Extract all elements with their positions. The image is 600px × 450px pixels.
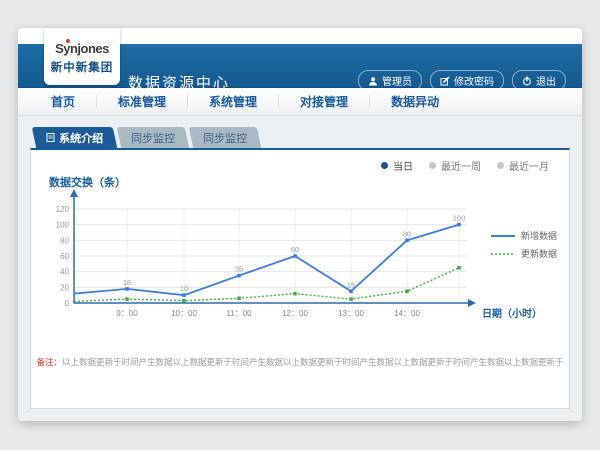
- main-nav: 首页 标准管理 系统管理 对接管理 数据异动: [18, 88, 582, 116]
- line-chart: 0 20 40 60 80 100 120 9：00 10：00 11：00 12：00 13：00 1…: [39, 188, 559, 326]
- brand-logo: Synjones 新中新集团: [44, 28, 120, 85]
- logout-label: 退出: [536, 73, 556, 88]
- radio-dot-icon: [381, 162, 388, 169]
- time-filter-option[interactable]: 最近一周: [429, 158, 481, 173]
- nav-item-standard-mgmt[interactable]: 标准管理: [97, 88, 187, 115]
- nav-item-data-change[interactable]: 数据异动: [370, 88, 460, 115]
- svg-text:20: 20: [60, 283, 69, 292]
- tab-label: 同步监控: [131, 130, 175, 146]
- radio-label: 最近一月: [509, 158, 549, 173]
- svg-text:10：00: 10：00: [171, 309, 197, 318]
- svg-text:10: 10: [180, 284, 188, 293]
- power-icon: [522, 76, 532, 86]
- time-filter-group: 当日 最近一周 最近一月: [381, 158, 549, 173]
- radio-dot-icon: [497, 162, 504, 169]
- tab-system-intro[interactable]: 系统介绍: [32, 127, 117, 148]
- edit-icon: [440, 76, 450, 86]
- svg-text:新增数据: 新增数据: [521, 230, 557, 241]
- svg-text:9：00: 9：00: [116, 309, 138, 318]
- footnote: 备注：以上数据更新于时间产生数据以上数据更新于时间产生数据以上数据更新于时间产生…: [31, 356, 569, 368]
- document-icon: [46, 133, 55, 142]
- footnote-text: 以上数据更新于时间产生数据以上数据更新于时间产生数据以上数据更新于时间产生数据以…: [62, 357, 564, 367]
- svg-text:120: 120: [56, 205, 70, 214]
- change-password-label: 修改密码: [454, 73, 494, 88]
- svg-text:100: 100: [453, 214, 466, 223]
- tab-sync-monitor-1[interactable]: 同步监控: [117, 127, 189, 148]
- footnote-prefix: 备注：: [36, 357, 62, 367]
- logo-text: Synjones: [55, 41, 109, 56]
- svg-text:60: 60: [291, 245, 299, 254]
- svg-text:13：00: 13：00: [338, 309, 364, 318]
- svg-text:35: 35: [235, 265, 243, 274]
- svg-text:更新数据: 更新数据: [521, 248, 557, 259]
- nav-item-system-mgmt[interactable]: 系统管理: [188, 88, 278, 115]
- svg-text:100: 100: [56, 221, 70, 230]
- svg-text:12：00: 12：00: [282, 309, 308, 318]
- tab-bar: 系统介绍 同步监控 同步监控: [34, 127, 259, 148]
- radio-label: 最近一周: [441, 158, 481, 173]
- time-filter-option[interactable]: 最近一月: [497, 158, 549, 173]
- svg-text:18: 18: [123, 278, 131, 287]
- time-filter-option[interactable]: 当日: [381, 158, 413, 173]
- svg-text:15: 15: [347, 280, 355, 289]
- radio-label: 当日: [393, 158, 413, 173]
- nav-item-home[interactable]: 首页: [30, 88, 96, 115]
- user-label: 管理员: [382, 73, 412, 88]
- logo-subtitle: 新中新集团: [44, 59, 120, 75]
- tab-label: 同步监控: [203, 130, 247, 146]
- tab-label: 系统介绍: [59, 130, 103, 146]
- svg-text:40: 40: [60, 268, 69, 277]
- radio-dot-icon: [429, 162, 436, 169]
- chart-panel: 当日 最近一周 最近一月 数据交换（条） 0204060801001209：00…: [30, 148, 570, 409]
- svg-text:60: 60: [60, 252, 69, 261]
- svg-text:14：00: 14：00: [394, 309, 420, 318]
- svg-text:80: 80: [403, 229, 411, 238]
- app-window: 数据资源中心 管理员 修改密码 退出 Synjones 新中新集团 首页 标准管…: [18, 28, 582, 421]
- content-area: 系统介绍 同步监控 同步监控 当日 最近一周: [18, 116, 582, 421]
- user-icon: [368, 76, 378, 86]
- svg-text:0: 0: [65, 299, 70, 308]
- svg-text:80: 80: [60, 236, 69, 245]
- svg-text:11：00: 11：00: [226, 309, 252, 318]
- tab-sync-monitor-2[interactable]: 同步监控: [189, 127, 261, 148]
- svg-text:日期（小时）: 日期（小时）: [482, 307, 542, 320]
- nav-item-interface-mgmt[interactable]: 对接管理: [279, 88, 369, 115]
